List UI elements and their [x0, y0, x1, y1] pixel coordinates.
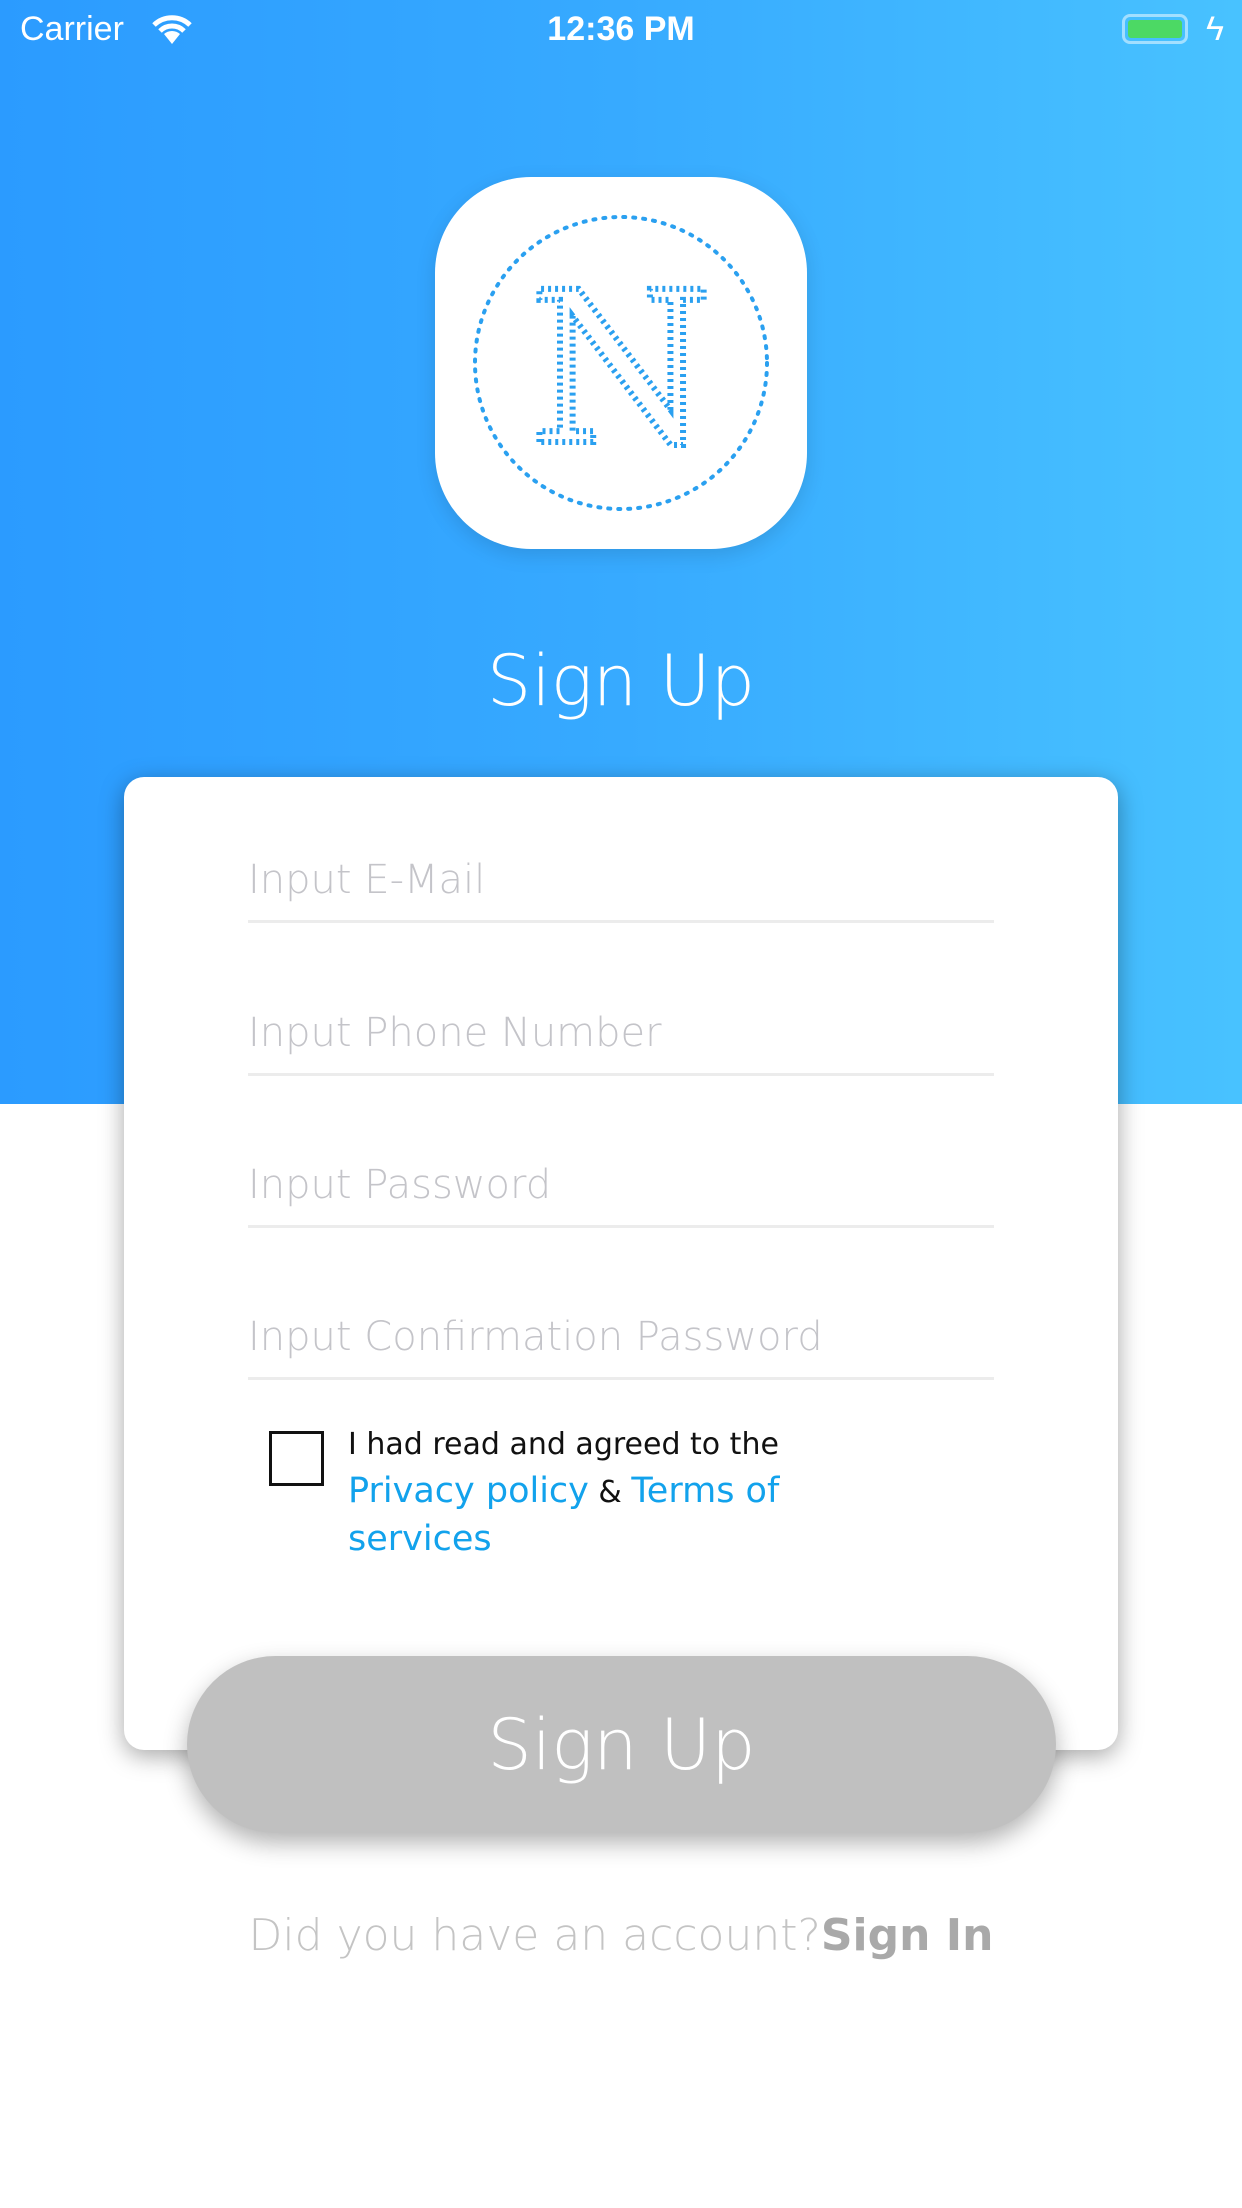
terms-text: I had read and agreed to the Privacy pol…: [348, 1422, 908, 1564]
email-input[interactable]: [248, 850, 994, 910]
signup-button[interactable]: Sign Up: [187, 1656, 1056, 1833]
terms-amp: &: [588, 1475, 632, 1510]
password-field[interactable]: [248, 1155, 994, 1228]
battery-icon: [1122, 14, 1188, 44]
clock: 12:36 PM: [547, 10, 695, 48]
confirm-password-field[interactable]: [248, 1307, 994, 1380]
status-bar: Carrier 12:36 PM ϟ: [0, 0, 1242, 60]
terms-prefix: I had read and agreed to the: [348, 1427, 779, 1462]
signin-question: Did you have an account?: [248, 1910, 821, 1961]
page-title: Sign Up: [486, 640, 756, 722]
app-logo: N: [435, 177, 807, 549]
confirm-password-input[interactable]: [248, 1307, 994, 1367]
email-field[interactable]: [248, 850, 994, 923]
agree-checkbox[interactable]: [269, 1431, 324, 1486]
privacy-policy-link[interactable]: Privacy policy: [348, 1471, 589, 1511]
phone-field[interactable]: [248, 1003, 994, 1076]
signin-prompt: Did you have an account?Sign In: [0, 1910, 1242, 1961]
logo-letter: N: [529, 247, 713, 492]
charging-icon: ϟ: [1206, 10, 1224, 48]
phone-input[interactable]: [248, 1003, 994, 1063]
password-input[interactable]: [248, 1155, 994, 1215]
signin-link[interactable]: Sign In: [821, 1910, 994, 1961]
